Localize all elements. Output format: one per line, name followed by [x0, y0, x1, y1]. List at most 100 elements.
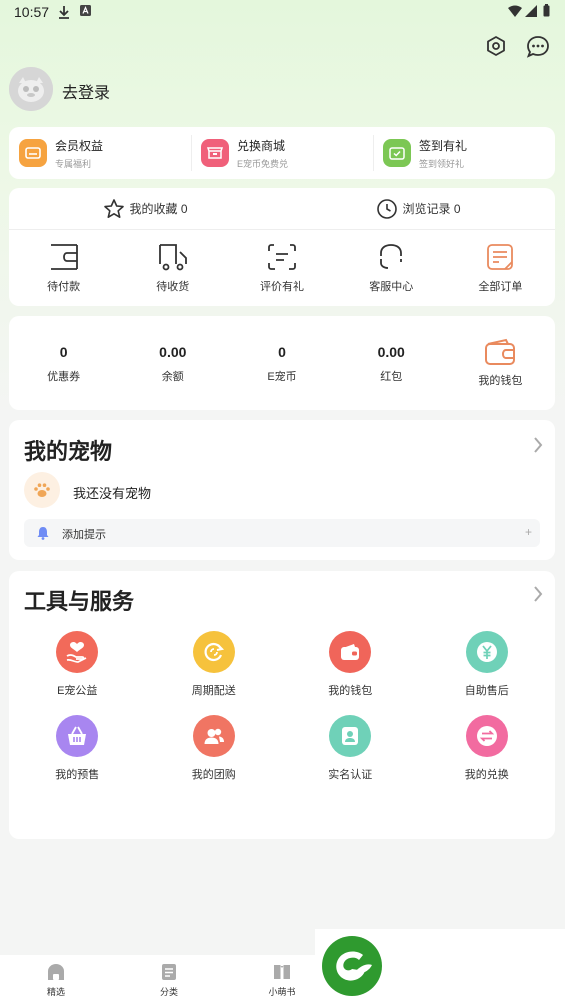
promo-subtitle: 专属福利	[55, 158, 92, 169]
leaf-logo-icon	[336, 951, 372, 981]
promo-exchange-mall[interactable]: 兑换商城 E宠币免费兑	[191, 127, 373, 179]
tool-my-exchange[interactable]: 我的兑换	[419, 715, 556, 782]
order-item-label: 客服中心	[369, 281, 414, 293]
bell-icon	[37, 527, 49, 540]
wallet-value: 0.00	[377, 344, 405, 360]
all-orders[interactable]: 全部订单	[446, 230, 555, 306]
paw-icon	[34, 483, 50, 497]
yen-icon	[465, 631, 508, 673]
tool-label: E宠公益	[57, 685, 98, 697]
message-icon[interactable]	[525, 34, 551, 60]
group-icon	[192, 715, 235, 757]
shop-icon	[201, 139, 229, 167]
nav-label: 小萌书	[268, 987, 296, 997]
comment-icon	[268, 244, 296, 270]
history-link[interactable]: 浏览记录 0	[282, 188, 555, 229]
settings-icon[interactable]	[483, 34, 509, 60]
order-review-gift[interactable]: 评价有礼	[227, 230, 336, 306]
tool-my-presale[interactable]: 我的预售	[9, 715, 146, 782]
tool-e-charity[interactable]: E宠公益	[9, 631, 146, 698]
wallet-label: 余额	[161, 371, 184, 383]
headset-icon	[380, 244, 403, 269]
order-list-icon	[487, 244, 514, 270]
chevron-right-icon[interactable]	[533, 436, 543, 454]
wifi-icon	[508, 5, 522, 17]
calendar-check-icon	[383, 139, 411, 167]
status-bar: 10:57	[0, 0, 565, 24]
promo-title: 兑换商城	[237, 138, 286, 153]
order-item-label: 全部订单	[478, 281, 523, 293]
status-time: 10:57	[14, 4, 50, 20]
order-item-label: 待收货	[156, 281, 190, 293]
tool-my-group-buy[interactable]: 我的团购	[146, 715, 283, 782]
signal-icon	[525, 5, 537, 17]
tools-title: 工具与服务	[24, 589, 135, 614]
add-reminder-bar[interactable]: 添加提示 +	[24, 519, 540, 547]
tool-label: 我的钱包	[328, 685, 373, 697]
no-pets-text: 我还没有宠物	[73, 486, 152, 501]
tool-label: 实名认证	[328, 769, 373, 781]
favorites-link[interactable]: 我的收藏 0	[9, 188, 282, 229]
history-label: 浏览记录 0	[402, 202, 461, 216]
promo-title: 签到有礼	[419, 138, 468, 153]
tool-label: 周期配送	[191, 685, 236, 697]
promo-subtitle: E宠币免费兑	[237, 158, 289, 169]
promo-checkin-gift[interactable]: 签到有礼 签到领好礼	[373, 127, 555, 179]
reminder-label: 添加提示	[62, 529, 106, 541]
orders-card: 我的收藏 0 浏览记录 0 待付款 待收货 评价有礼 客服中心 全部订单	[9, 188, 555, 306]
cycle-delivery-icon	[192, 631, 235, 673]
home-icon	[48, 964, 64, 980]
tool-label: 我的预售	[55, 769, 100, 781]
order-item-label: 待付款	[47, 281, 81, 293]
tool-label: 自助售后	[464, 685, 509, 697]
notification-a-icon	[80, 5, 91, 16]
tools-card: 工具与服务 E宠公益 周期配送 我的钱包 自助售后 我的预售 我的团购 实名认证…	[9, 571, 555, 839]
wallet-label: 我的钱包	[478, 375, 523, 387]
tool-self-service-aftersales[interactable]: 自助售后	[419, 631, 556, 698]
tool-label: 我的团购	[191, 769, 236, 781]
avatar[interactable]	[9, 67, 53, 111]
wallet-icon	[50, 244, 78, 270]
add-reminder-plus-icon[interactable]: +	[525, 525, 532, 539]
wallet-e-coins[interactable]: 0 E宠币	[227, 316, 336, 410]
clock-icon	[377, 198, 398, 219]
wallet-balance[interactable]: 0.00 余额	[118, 316, 227, 410]
wallet-label: E宠币	[267, 371, 297, 383]
wallet-label: 红包	[380, 371, 403, 383]
order-item-label: 评价有礼	[260, 281, 304, 293]
battery-icon	[543, 4, 550, 17]
category-icon	[162, 964, 176, 980]
star-icon	[104, 198, 125, 218]
pets-title: 我的宠物	[24, 439, 113, 464]
wallet-coupons[interactable]: 0 优惠券	[9, 316, 118, 410]
wallet-red-packets[interactable]: 0.00 红包	[337, 316, 446, 410]
nav-label: 精选	[46, 987, 65, 997]
pet-avatar[interactable]	[24, 472, 60, 508]
wallet-value: 0	[278, 344, 286, 360]
favorites-label: 我的收藏 0	[129, 202, 188, 216]
charity-icon	[56, 631, 99, 673]
id-card-icon	[329, 715, 372, 757]
customer-service[interactable]: 客服中心	[337, 230, 446, 306]
exchange-icon	[465, 715, 508, 757]
default-avatar-icon	[9, 67, 53, 111]
nav-item-featured[interactable]: 精选	[26, 962, 86, 998]
nav-item-category[interactable]: 分类	[139, 962, 199, 998]
order-pending-payment[interactable]: 待付款	[9, 230, 118, 306]
tool-real-name-auth[interactable]: 实名认证	[282, 715, 419, 782]
promo-member-benefits[interactable]: 会员权益 专属福利	[9, 127, 191, 179]
nav-item-pet-book[interactable]: 小萌书	[252, 962, 312, 998]
tool-my-wallet[interactable]: 我的钱包	[282, 631, 419, 698]
login-link[interactable]: 去登录	[62, 79, 110, 103]
book-icon	[274, 965, 290, 979]
wallet-icon	[329, 631, 372, 673]
wallet-icon	[485, 338, 516, 365]
wallet-label: 优惠券	[47, 371, 81, 383]
tool-cycle-delivery[interactable]: 周期配送	[146, 631, 283, 698]
chevron-right-icon[interactable]	[533, 585, 543, 603]
my-wallet[interactable]: 我的钱包	[446, 316, 555, 410]
brand-logo-button[interactable]	[322, 936, 382, 996]
basket-icon	[56, 715, 99, 757]
order-pending-receipt[interactable]: 待收货	[118, 230, 227, 306]
nav-label: 分类	[159, 987, 178, 997]
